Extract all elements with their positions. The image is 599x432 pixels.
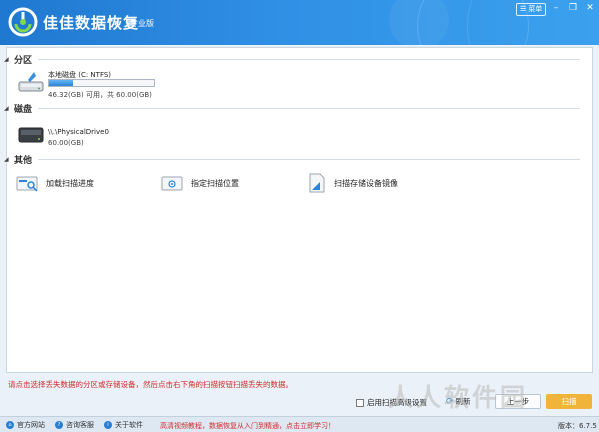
scan-button[interactable]: 扫描: [546, 394, 592, 409]
advanced-settings-label: 启用扫描高级设置: [367, 398, 427, 407]
official-website-label: 官方网站: [17, 421, 45, 429]
refresh-button[interactable]: ⟳ 刷新: [446, 396, 471, 407]
version-text: 版本：6.7.5: [558, 422, 597, 430]
support-link[interactable]: ? 咨询客服: [55, 420, 94, 430]
app-logo-icon: [8, 7, 38, 37]
advanced-settings-toggle[interactable]: 启用扫描高级设置: [356, 397, 427, 408]
restore-icon: ❐: [568, 3, 578, 13]
partition-usage-bar: [48, 79, 155, 87]
disk-image-icon: [309, 173, 325, 193]
partition-usage-fill: [49, 80, 74, 86]
minimize-icon: –: [553, 3, 559, 13]
partition-drive-size: 46.32(GB) 可用，共 60.00(GB): [48, 91, 152, 99]
home-icon: ⌂: [6, 421, 14, 429]
section-other-label: 其他: [14, 155, 33, 166]
official-website-link[interactable]: ⌂ 官方网站: [6, 420, 45, 430]
section-other[interactable]: ◢ 其他: [4, 153, 580, 166]
menu-button[interactable]: ☰ 菜单: [516, 3, 547, 16]
about-label: 关于软件: [115, 421, 143, 429]
advanced-settings-checkbox[interactable]: [356, 398, 364, 407]
section-divider: [38, 158, 580, 160]
magnifier-folder-icon: [16, 176, 38, 192]
info-icon: i: [104, 421, 112, 429]
app-title: 佳佳数据恢复: [43, 14, 140, 32]
menu-icon: ☰: [520, 5, 527, 13]
hard-disk-icon: [18, 127, 44, 143]
maximize-button[interactable]: ❐: [566, 2, 580, 14]
refresh-label: 刷新: [455, 397, 471, 406]
instruction-hint: 请点击选择丢失数据的分区或存储设备，然后点击右下角的扫描按钮扫描丢失的数据。: [8, 380, 293, 389]
section-partition[interactable]: ◢ 分区: [4, 53, 580, 66]
collapse-triangle-icon: ◢: [4, 104, 9, 112]
app-edition: 专业版: [130, 19, 154, 28]
minimize-button[interactable]: –: [549, 2, 563, 14]
section-divider: [38, 107, 580, 109]
scan-disk-image-item[interactable]: 扫描存储设备镜像: [307, 172, 437, 194]
support-label: 咨询客服: [66, 421, 94, 429]
video-tutorial-link[interactable]: 高清视频教程，数据恢复从入门到精通，点击立即学习！: [160, 421, 335, 431]
refresh-icon: ⟳: [446, 396, 454, 407]
menu-label: 菜单: [528, 5, 543, 13]
close-button[interactable]: ✕: [583, 2, 597, 14]
title-bar: 佳佳数据恢复 专业版 ☰ 菜单 – ❐ ✕: [0, 0, 599, 45]
physical-drive-size: 60.00(GB): [48, 139, 84, 147]
specify-scan-location-item[interactable]: 指定扫描位置: [161, 172, 291, 194]
support-icon: ?: [55, 421, 63, 429]
load-scan-progress-item[interactable]: 加载扫描进度: [16, 172, 146, 194]
status-bar: ⌂ 官方网站 ? 咨询客服 i 关于软件 高清视频教程，数据恢复从入门到精通，点…: [0, 416, 599, 432]
section-divider: [38, 58, 580, 60]
collapse-triangle-icon: ◢: [4, 155, 9, 163]
section-partition-label: 分区: [14, 55, 33, 66]
collapse-triangle-icon: ◢: [4, 55, 9, 63]
load-scan-progress-label: 加载扫描进度: [46, 179, 94, 188]
previous-step-button[interactable]: 上一步: [495, 394, 541, 409]
section-disk[interactable]: ◢ 磁盘: [4, 102, 580, 115]
target-folder-icon: [161, 176, 183, 191]
scan-disk-image-label: 扫描存储设备镜像: [334, 179, 398, 188]
about-link[interactable]: i 关于软件: [104, 420, 143, 430]
section-disk-label: 磁盘: [14, 104, 33, 115]
close-icon: ✕: [586, 3, 594, 13]
scan-button-label: 扫描: [561, 397, 577, 406]
previous-step-label: 上一步: [506, 397, 530, 406]
partition-drive-icon: [18, 72, 44, 92]
physical-drive-name: \\.\PhysicalDrive0: [48, 128, 109, 136]
specify-scan-location-label: 指定扫描位置: [191, 179, 239, 188]
